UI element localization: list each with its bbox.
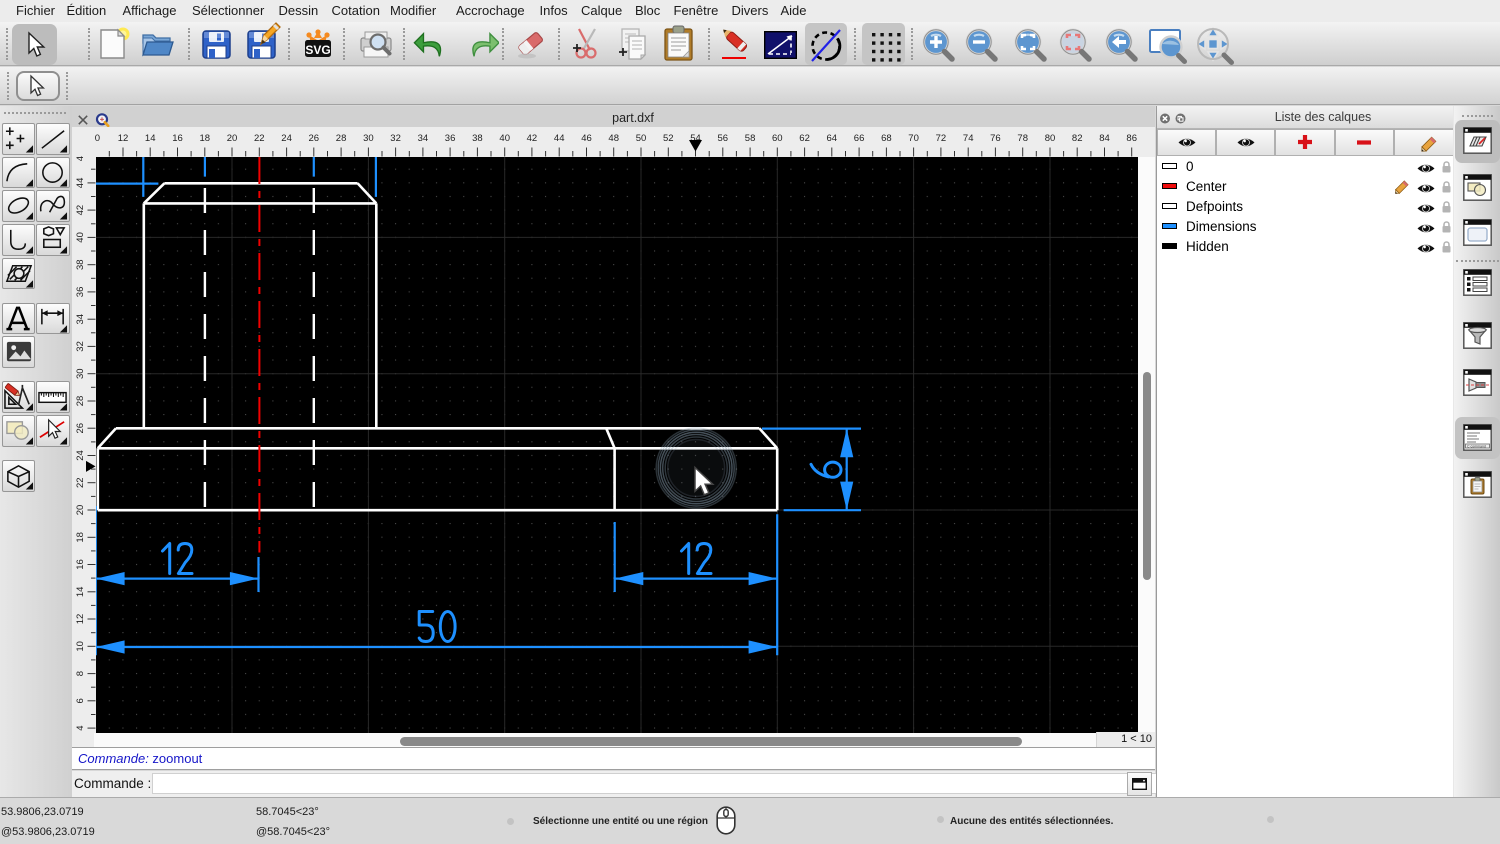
svg-text:22: 22: [75, 477, 86, 488]
svg-text:26: 26: [309, 133, 320, 144]
svg-text:76: 76: [990, 133, 1001, 144]
svg-text:84: 84: [1099, 133, 1110, 144]
svg-text:0: 0: [95, 133, 100, 144]
svg-text:70: 70: [908, 133, 919, 144]
svg-text:38: 38: [472, 133, 483, 144]
svg-text:SVG: SVG: [305, 43, 330, 57]
svg-text:16: 16: [172, 133, 183, 144]
svg-text:12: 12: [118, 133, 129, 144]
svg-text:40: 40: [499, 133, 510, 144]
svg-text:14: 14: [145, 133, 156, 144]
svg-text:4: 4: [75, 156, 86, 161]
svg-text:18: 18: [200, 133, 211, 144]
svg-text:8: 8: [75, 671, 86, 676]
svg-text:42: 42: [75, 205, 86, 216]
svg-text:C command: C command: [1467, 445, 1486, 449]
svg-text:48: 48: [608, 133, 619, 144]
svg-text:80: 80: [1045, 133, 1056, 144]
svg-text:68: 68: [881, 133, 892, 144]
svg-text:36: 36: [445, 133, 456, 144]
svg-text:46: 46: [581, 133, 592, 144]
svg-text:60: 60: [772, 133, 783, 144]
svg-text:74: 74: [963, 133, 974, 144]
svg-text:44: 44: [554, 133, 565, 144]
svg-text:34: 34: [75, 314, 86, 325]
svg-text:40: 40: [75, 232, 86, 243]
svg-text:32: 32: [390, 133, 401, 144]
svg-text:16: 16: [75, 559, 86, 570]
svg-text:66: 66: [854, 133, 865, 144]
svg-text:26: 26: [75, 423, 86, 434]
svg-text:4: 4: [75, 725, 86, 730]
svg-text:18: 18: [75, 532, 86, 543]
svg-text:78: 78: [1017, 133, 1028, 144]
svg-text:32: 32: [75, 341, 86, 352]
svg-text:6: 6: [75, 698, 86, 703]
svg-text:34: 34: [418, 133, 429, 144]
svg-text:20: 20: [75, 505, 86, 516]
svg-text:10: 10: [75, 641, 86, 652]
svg-text:44: 44: [75, 178, 86, 189]
svg-text:64: 64: [827, 133, 838, 144]
svg-text:82: 82: [1072, 133, 1083, 144]
svg-text:52: 52: [663, 133, 674, 144]
svg-text:72: 72: [936, 133, 947, 144]
svg-text:30: 30: [75, 368, 86, 379]
svg-text:50: 50: [636, 133, 647, 144]
svg-text:36: 36: [75, 287, 86, 298]
svg-text:62: 62: [799, 133, 810, 144]
svg-text:38: 38: [75, 259, 86, 270]
svg-text:14: 14: [75, 587, 86, 598]
svg-text:56: 56: [718, 133, 729, 144]
svg-text:24: 24: [75, 450, 86, 461]
svg-text:12: 12: [75, 614, 86, 625]
svg-text:30: 30: [363, 133, 374, 144]
svg-text:28: 28: [336, 133, 347, 144]
svg-text:20: 20: [227, 133, 238, 144]
svg-text:42: 42: [527, 133, 538, 144]
svg-text:22: 22: [254, 133, 265, 144]
svg-text:86: 86: [1126, 133, 1137, 144]
svg-text:24: 24: [281, 133, 292, 144]
svg-text:28: 28: [75, 396, 86, 407]
svg-text:58: 58: [745, 133, 756, 144]
